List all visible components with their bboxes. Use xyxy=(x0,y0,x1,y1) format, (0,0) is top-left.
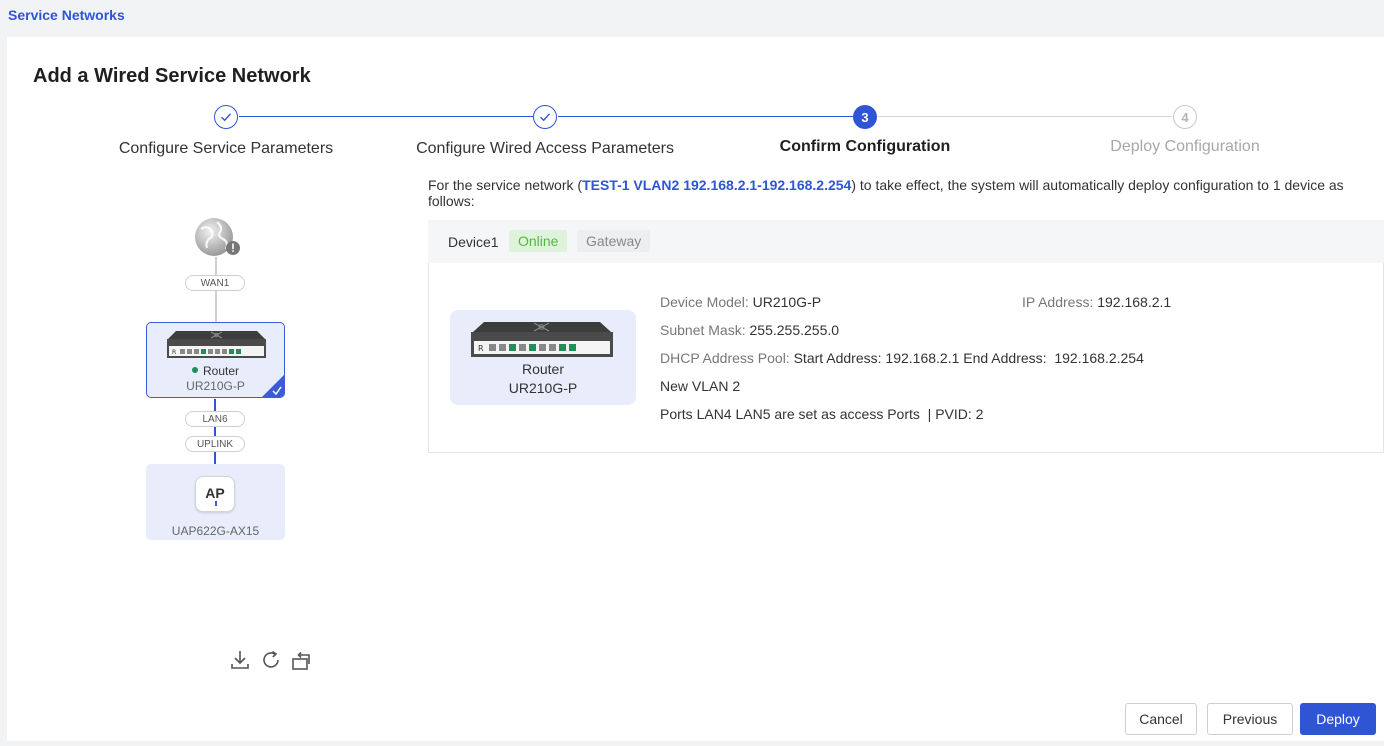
service-network-highlight: TEST-1 VLAN2 192.168.2.1-192.168.2.254 xyxy=(582,177,852,193)
step-connector-2-3 xyxy=(558,116,853,117)
refresh-icon[interactable] xyxy=(259,648,283,672)
step-2-done-icon xyxy=(533,105,557,129)
step-3-label: Confirm Configuration xyxy=(779,138,951,155)
uplink-port-label: UPLINK xyxy=(185,436,245,452)
dhcp-pool-row: DHCP Address Pool: Start Address: 192.16… xyxy=(660,350,1144,366)
switch-view-icon[interactable] xyxy=(290,648,314,672)
device-model-row: Device Model: UR210G-P xyxy=(660,294,822,310)
ap-node[interactable]: AP UAP622G-AX15 xyxy=(146,464,285,540)
wan-port-label: WAN1 xyxy=(185,275,245,291)
access-point-icon: AP xyxy=(195,476,235,512)
step-4-number: 4 xyxy=(1173,105,1197,129)
device-tile: R Router UR210G-P xyxy=(450,310,636,405)
device-tab-label: Device1 xyxy=(448,234,499,250)
device-tile-name: Router xyxy=(521,361,565,377)
step-4-label: Deploy Configuration xyxy=(1110,138,1260,155)
step-connector-1-2 xyxy=(239,116,533,117)
page-title: Add a Wired Service Network xyxy=(33,65,311,87)
ap-node-model: UAP622G-AX15 xyxy=(171,524,260,538)
lan-port-label: LAN6 xyxy=(185,411,245,427)
online-status-dot xyxy=(191,367,198,373)
step-1-done-icon xyxy=(214,105,238,129)
vlan-row: New VLAN 2 xyxy=(660,378,741,394)
device-tile-model: UR210G-P xyxy=(508,380,578,396)
deploy-info-text: For the service network (TEST-1 VLAN2 19… xyxy=(428,177,1344,209)
cancel-button[interactable]: Cancel xyxy=(1125,703,1197,735)
router-device-icon: R xyxy=(167,331,266,358)
subnet-mask-row: Subnet Mask: 255.255.255.0 xyxy=(660,322,840,338)
step-3-number: 3 xyxy=(853,105,877,129)
breadcrumb-service-networks[interactable]: Service Networks xyxy=(8,7,125,23)
ports-row: Ports LAN4 LAN5 are set as access Ports … xyxy=(660,406,984,422)
svg-text:R: R xyxy=(478,344,484,353)
step-2-label: Configure Wired Access Parameters xyxy=(416,140,674,157)
device-header: Device1 Online Gateway xyxy=(428,220,1384,263)
deploy-button[interactable]: Deploy xyxy=(1300,703,1376,735)
ip-address-row: IP Address: 192.168.2.1 xyxy=(1022,294,1172,310)
router-node[interactable]: R Router UR210G-P xyxy=(146,322,285,398)
step-connector-3-4 xyxy=(878,116,1172,117)
router-device-icon: R xyxy=(471,322,613,357)
gateway-role-badge: Gateway xyxy=(577,230,651,252)
main-card: Add a Wired Service Network Configure Se… xyxy=(7,37,1384,741)
previous-button[interactable]: Previous xyxy=(1207,703,1293,735)
step-1-label: Configure Service Parameters xyxy=(118,140,334,157)
internet-globe-icon xyxy=(193,217,243,257)
download-icon[interactable] xyxy=(228,648,252,672)
device-details: R Router UR210G-P Device Model: UR210G-P… xyxy=(428,263,1384,453)
svg-text:R: R xyxy=(172,349,176,356)
online-status-badge: Online xyxy=(509,230,568,252)
lan-link-line xyxy=(214,399,216,464)
selected-check-icon xyxy=(272,386,282,395)
